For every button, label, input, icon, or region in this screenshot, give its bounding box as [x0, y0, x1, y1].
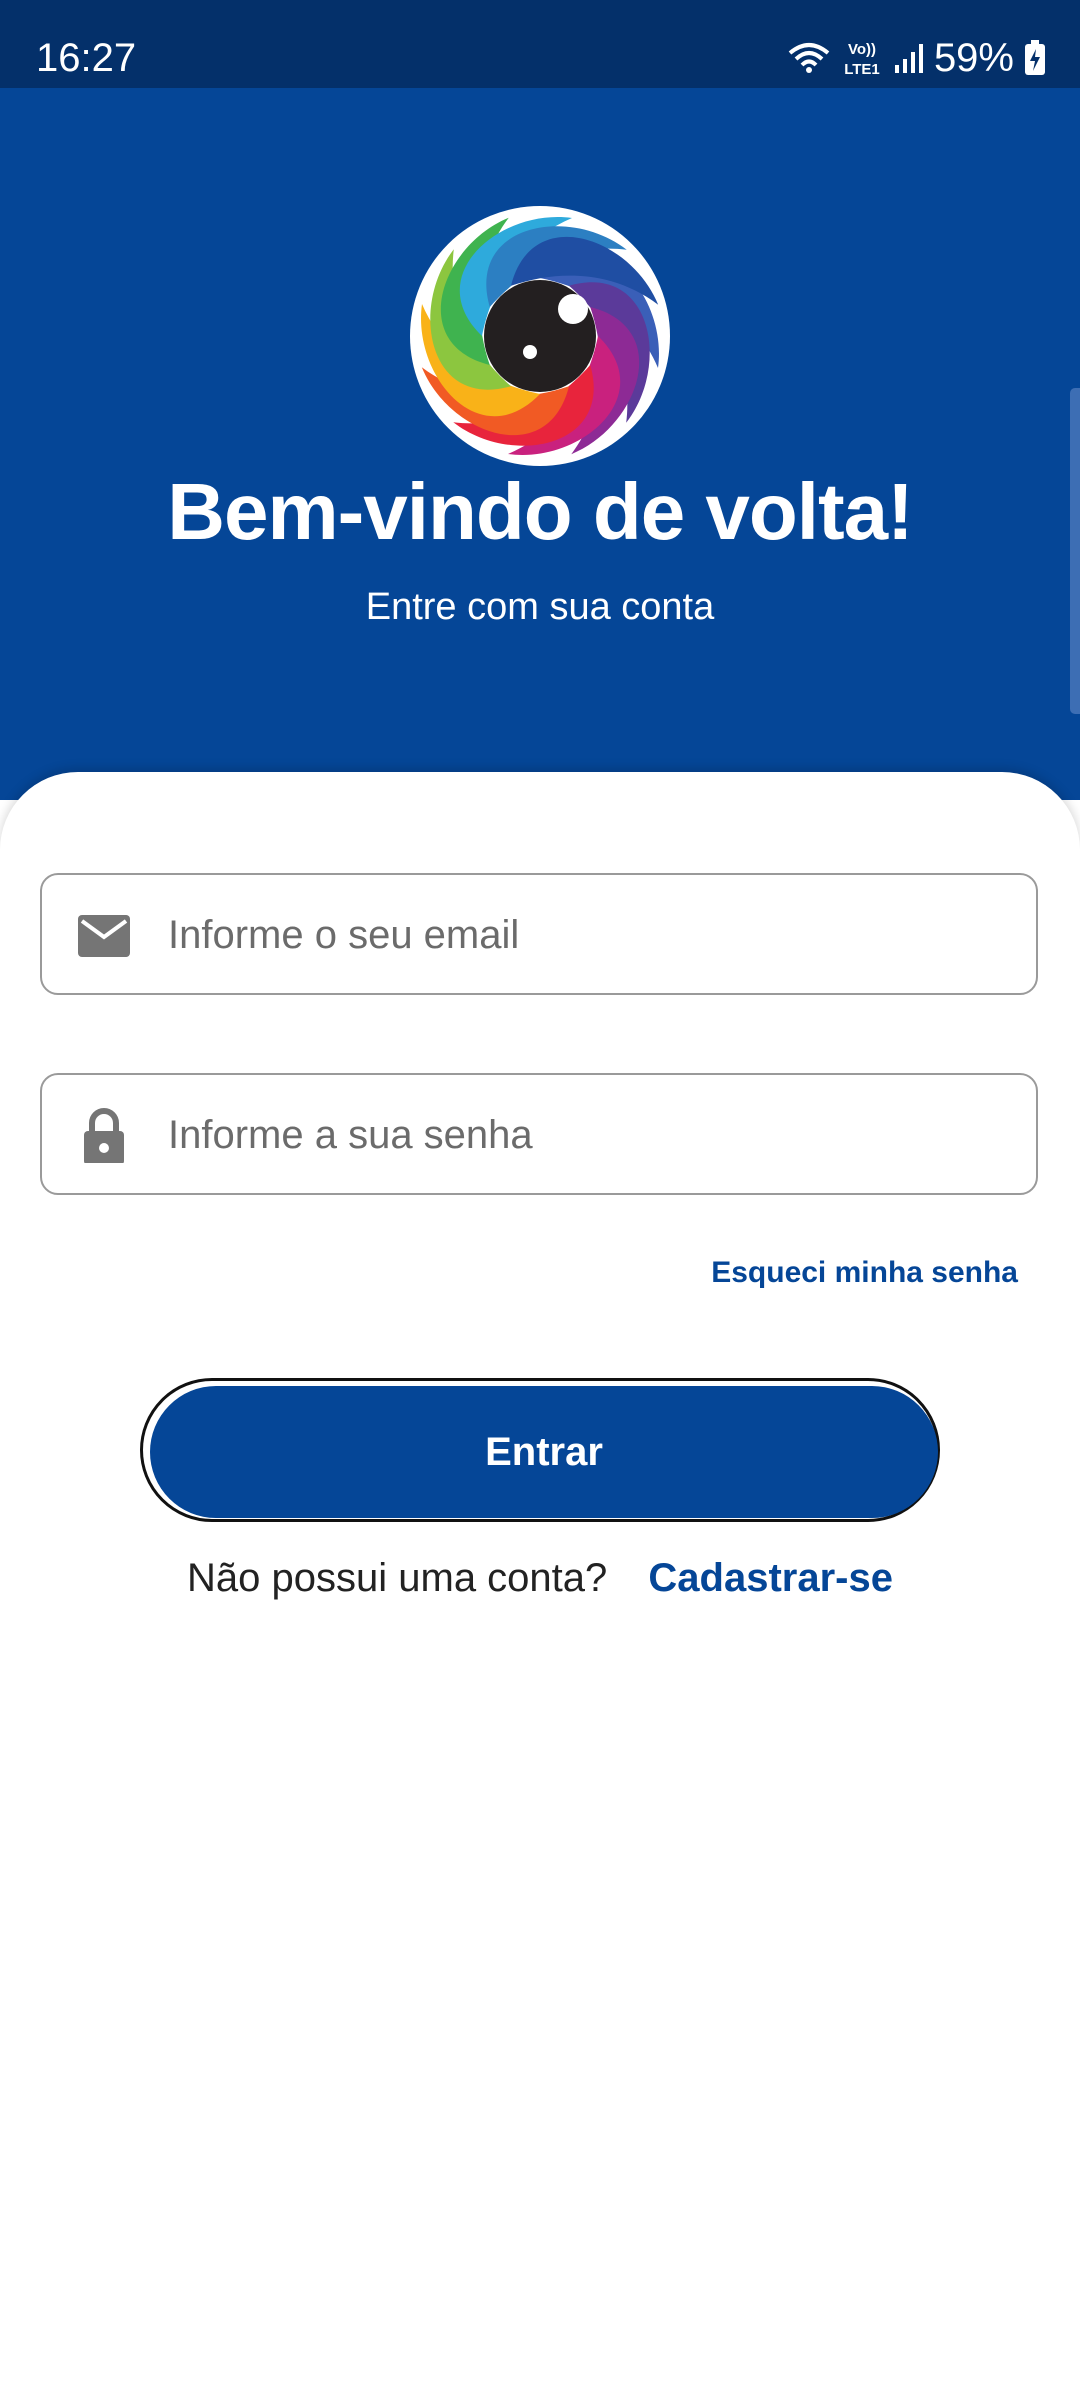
lock-icon: [84, 1108, 124, 1163]
mail-icon: [78, 915, 130, 957]
password-field[interactable]: [40, 1073, 1038, 1195]
status-icons: Vo)) LTE1 59%: [788, 32, 1046, 84]
status-time: 16:27: [36, 36, 137, 80]
battery-charging-icon: [1025, 40, 1045, 75]
page-subtitle: Entre com sua conta: [365, 586, 715, 628]
eye-logo: [410, 206, 670, 466]
forgot-password-link[interactable]: Esqueci minha senha: [711, 1256, 1018, 1290]
signup-link[interactable]: Cadastrar-se: [648, 1556, 893, 1600]
status-bar: 16:27 Vo)) LTE1 59%: [0, 0, 1080, 88]
email-input[interactable]: [166, 875, 1010, 995]
page-title: Bem-vindo de volta!: [167, 467, 914, 556]
submit-button[interactable]: Entrar: [150, 1386, 938, 1518]
password-input[interactable]: [166, 1075, 1010, 1195]
signup-question: Não possui uma conta?: [187, 1556, 608, 1600]
signal-icon: [894, 44, 923, 73]
volte-label: Vo)): [848, 41, 876, 58]
lte-label: LTE1: [844, 61, 880, 78]
email-field[interactable]: [40, 873, 1038, 995]
wifi-icon: [788, 43, 830, 73]
battery-percent: 59%: [933, 35, 1014, 80]
signup-row: Não possui uma conta? Cadastrar-se: [0, 1556, 1080, 1601]
volte-lte-icon: Vo)) LTE1: [844, 41, 880, 78]
